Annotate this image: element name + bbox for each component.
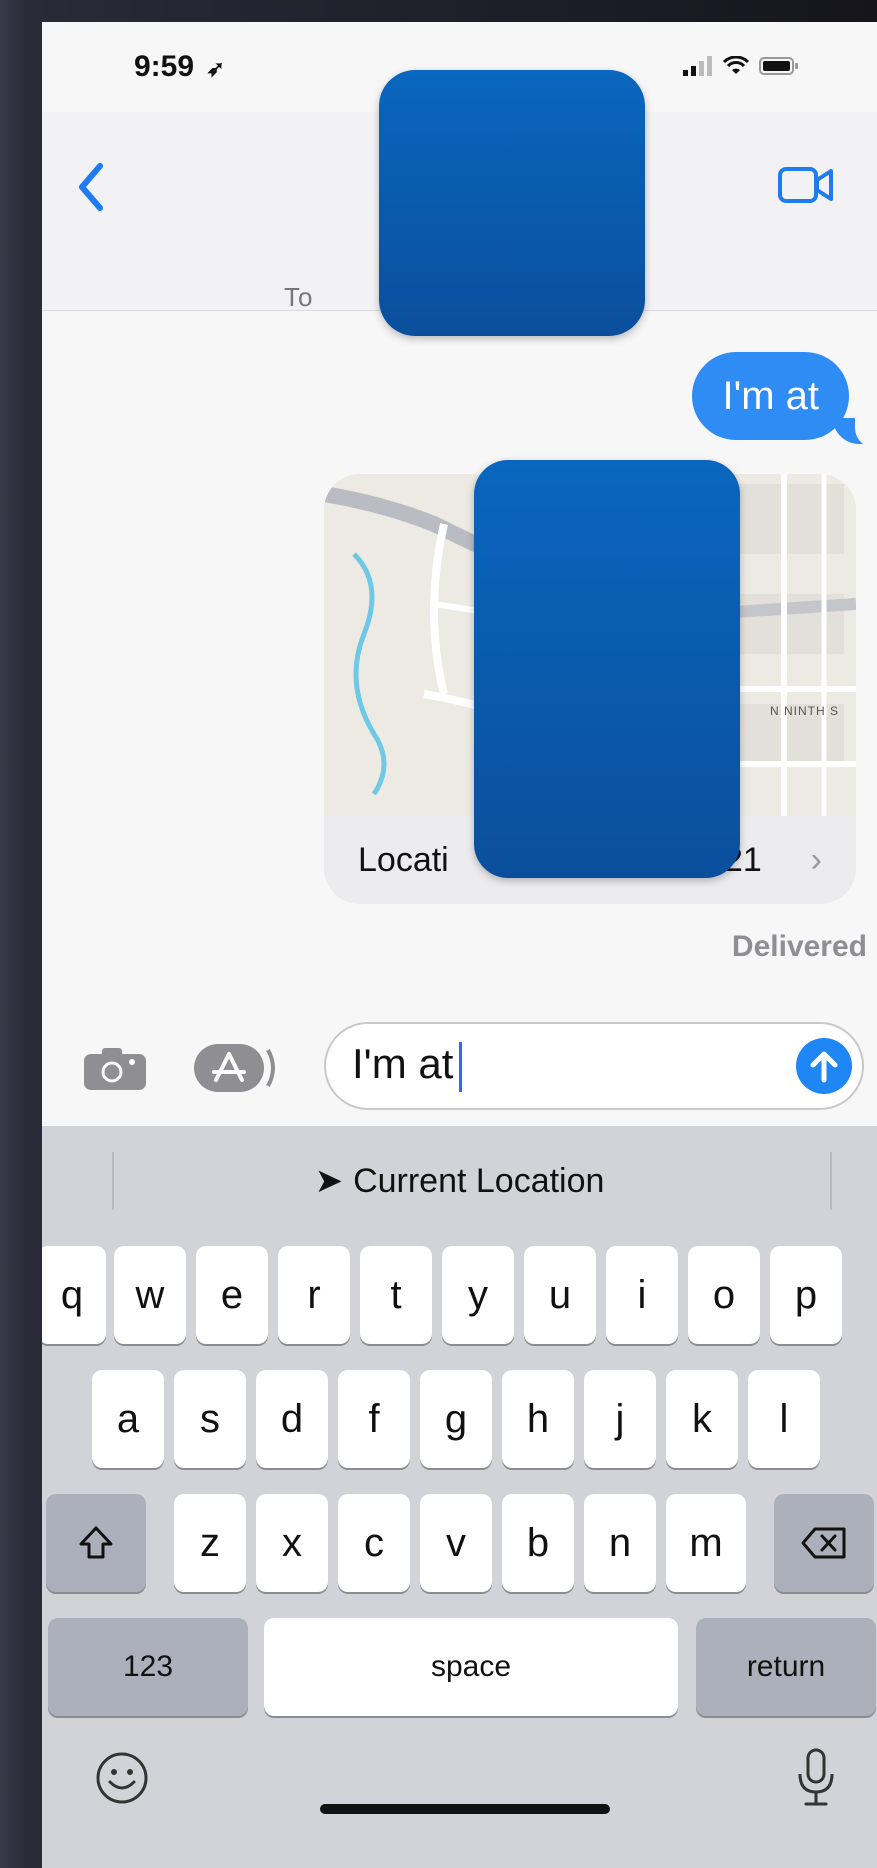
key-v[interactable]: v (420, 1494, 492, 1592)
key-label: a (116, 1396, 140, 1441)
key-label: p (794, 1272, 818, 1317)
key-label: v (446, 1520, 466, 1565)
sent-message-text: I'm at (722, 373, 819, 418)
key-label: w (135, 1272, 165, 1317)
battery-icon (759, 57, 798, 75)
key-label: u (548, 1272, 572, 1317)
key-label: x (282, 1520, 302, 1565)
send-arrow-icon (810, 1051, 838, 1083)
key-a[interactable]: a (92, 1370, 164, 1468)
location-label: Locati (358, 840, 449, 879)
location-arrow-icon: ➤ (314, 1162, 344, 1200)
key-label: e (220, 1272, 244, 1317)
space-key[interactable]: space (264, 1618, 678, 1716)
chevron-right-icon: › (810, 840, 822, 879)
key-q[interactable]: q (42, 1246, 106, 1344)
key-r[interactable]: r (278, 1246, 350, 1344)
key-label: b (526, 1520, 550, 1565)
contact-avatar-redaction (379, 70, 645, 336)
key-s[interactable]: s (174, 1370, 246, 1468)
status-time: 9:59 ➶ (134, 50, 225, 84)
emoji-icon[interactable] (94, 1750, 150, 1806)
key-t[interactable]: t (360, 1246, 432, 1344)
location-services-icon: ➶ (206, 56, 225, 81)
camera-icon[interactable] (82, 1046, 148, 1092)
key-label: space (430, 1650, 512, 1683)
text-caret (459, 1041, 463, 1092)
contact-name-partial: To (284, 282, 314, 312)
key-z[interactable]: z (174, 1494, 246, 1592)
delete-key[interactable] (774, 1494, 874, 1592)
key-p[interactable]: p (770, 1246, 842, 1344)
key-label: o (712, 1272, 736, 1317)
key-label: c (364, 1520, 384, 1565)
status-time-text: 9:59 (134, 50, 195, 83)
key-label: n (608, 1520, 632, 1565)
backspace-icon (801, 1527, 846, 1559)
key-h[interactable]: h (502, 1370, 574, 1468)
key-w[interactable]: w (114, 1246, 186, 1344)
key-label: i (637, 1272, 647, 1317)
app-store-icon[interactable] (192, 1040, 282, 1096)
key-label: g (444, 1396, 468, 1441)
key-l[interactable]: l (748, 1370, 820, 1468)
key-k[interactable]: k (666, 1370, 738, 1468)
home-indicator[interactable] (320, 1804, 610, 1814)
key-label: j (615, 1396, 625, 1441)
key-u[interactable]: u (524, 1246, 596, 1344)
key-label: 123 (122, 1650, 174, 1683)
key-label: return (746, 1650, 826, 1683)
key-label: k (692, 1396, 712, 1441)
sent-message-bubble[interactable]: I'm at (692, 352, 849, 440)
shift-key[interactable] (46, 1494, 146, 1592)
location-redaction (474, 460, 740, 878)
key-label: f (368, 1396, 380, 1441)
key-b[interactable]: b (502, 1494, 574, 1592)
key-n[interactable]: n (584, 1494, 656, 1592)
key-g[interactable]: g (420, 1370, 492, 1468)
key-label: r (307, 1272, 321, 1317)
key-d[interactable]: d (256, 1370, 328, 1468)
status-indicators (683, 56, 799, 76)
key-label: z (200, 1520, 220, 1565)
delivered-status: Delivered (731, 930, 867, 963)
map-street-label: N NINTH S (770, 704, 839, 718)
key-y[interactable]: y (442, 1246, 514, 1344)
key-label: q (60, 1272, 84, 1317)
shift-icon (79, 1526, 113, 1559)
wifi-icon (723, 56, 749, 74)
key-i[interactable]: i (606, 1246, 678, 1344)
facetime-video-icon[interactable] (777, 166, 835, 204)
input-value: I'm at (352, 1040, 454, 1088)
send-button[interactable] (796, 1038, 852, 1094)
keyboard: ➤ Current Location q w e r t y u i o p a… (42, 1126, 877, 1868)
phone-screen: 9:59 ➶ To I'm at N NINTH S Locati 21 › D… (42, 22, 877, 1868)
numbers-key[interactable]: 123 (48, 1618, 248, 1716)
key-j[interactable]: j (584, 1370, 656, 1468)
key-label: t (390, 1272, 402, 1317)
key-f[interactable]: f (338, 1370, 410, 1468)
key-label: l (779, 1396, 789, 1441)
suggestion-text: Current Location (353, 1161, 605, 1200)
key-x[interactable]: x (256, 1494, 328, 1592)
key-label: m (689, 1520, 723, 1565)
key-m[interactable]: m (666, 1494, 746, 1592)
key-label: d (280, 1396, 304, 1441)
microphone-icon[interactable] (794, 1746, 838, 1810)
return-key[interactable]: return (696, 1618, 876, 1716)
message-input-text: I'm at (352, 1040, 463, 1092)
key-label: s (200, 1396, 220, 1441)
predictive-suggestion[interactable]: ➤ Current Location (42, 1126, 877, 1236)
key-c[interactable]: c (338, 1494, 410, 1592)
key-e[interactable]: e (196, 1246, 268, 1344)
cellular-signal-icon (683, 56, 712, 76)
key-o[interactable]: o (688, 1246, 760, 1344)
message-input[interactable]: I'm at (324, 1022, 864, 1110)
key-label: y (468, 1272, 488, 1317)
back-chevron-icon[interactable] (76, 162, 106, 212)
key-label: h (526, 1396, 550, 1441)
